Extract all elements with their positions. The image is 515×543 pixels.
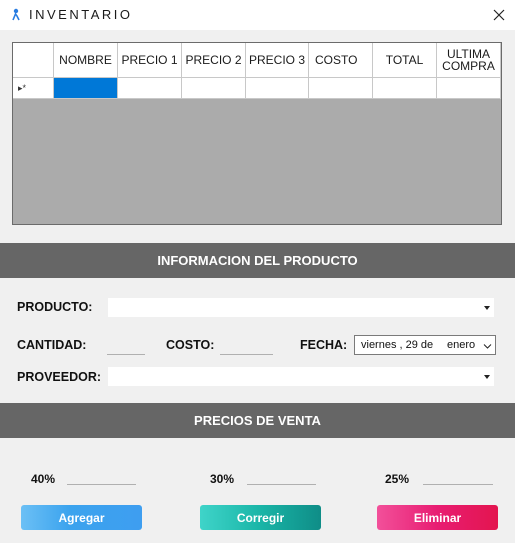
app-icon xyxy=(11,8,21,21)
cell-precio-3[interactable] xyxy=(246,78,309,99)
producto-combobox[interactable] xyxy=(107,297,495,318)
close-icon[interactable] xyxy=(486,3,512,27)
price-40-label: 40% xyxy=(31,472,56,486)
chevron-down-icon[interactable] xyxy=(483,341,492,349)
column-header-precio-2[interactable]: PRECIO 2 xyxy=(182,43,246,78)
column-header-nombre[interactable]: NOMBRE xyxy=(54,43,118,78)
agregar-button[interactable]: Agregar xyxy=(21,505,142,530)
costo-underline xyxy=(220,354,273,355)
price-25-input[interactable] xyxy=(423,467,493,485)
column-header-costo[interactable]: COSTO xyxy=(309,43,373,78)
price-40-underline xyxy=(67,484,136,485)
table-row[interactable]: ▸* xyxy=(13,78,501,99)
cantidad-underline xyxy=(107,354,145,355)
column-header-precio-3[interactable]: PRECIO 3 xyxy=(246,43,309,78)
cell-ultima-compra[interactable] xyxy=(437,78,501,99)
price-25-underline xyxy=(423,484,493,485)
cell-precio-2[interactable] xyxy=(182,78,246,99)
price-40-input[interactable] xyxy=(67,467,136,485)
costo-input[interactable] xyxy=(220,336,273,354)
window-title: INVENTARIO xyxy=(29,7,133,22)
proveedor-combobox[interactable] xyxy=(107,366,495,387)
cantidad-label: CANTIDAD: xyxy=(17,338,87,352)
cell-total[interactable] xyxy=(373,78,437,99)
cantidad-input[interactable] xyxy=(107,336,145,354)
fecha-day-text: viernes , 29 de xyxy=(361,339,434,351)
row-header-corner xyxy=(13,43,54,78)
title-bar: INVENTARIO xyxy=(0,0,515,30)
eliminar-button[interactable]: Eliminar xyxy=(377,505,498,530)
price-30-underline xyxy=(247,484,316,485)
column-header-total[interactable]: TOTAL xyxy=(373,43,437,78)
proveedor-label: PROVEEDOR: xyxy=(17,370,102,384)
fecha-month-text: enero xyxy=(447,339,476,351)
cell-costo[interactable] xyxy=(309,78,373,99)
price-25-label: 25% xyxy=(385,472,410,486)
fecha-date-picker[interactable]: viernes , 29 de enero xyxy=(354,335,496,355)
price-30-input[interactable] xyxy=(247,467,316,485)
cell-precio-1[interactable] xyxy=(118,78,182,99)
producto-label: PRODUCTO: xyxy=(17,300,93,314)
grid-header: NOMBRE PRECIO 1 PRECIO 2 PRECIO 3 COSTO … xyxy=(13,43,501,78)
chevron-down-icon[interactable] xyxy=(484,375,490,379)
column-header-ultima-compra[interactable]: ULTIMA COMPRA xyxy=(437,43,501,78)
corregir-button[interactable]: Corregir xyxy=(200,505,321,530)
price-30-label: 30% xyxy=(210,472,235,486)
fecha-label: FECHA: xyxy=(300,338,348,352)
inventory-grid[interactable]: NOMBRE PRECIO 1 PRECIO 2 PRECIO 3 COSTO … xyxy=(12,42,502,225)
column-header-precio-1[interactable]: PRECIO 1 xyxy=(118,43,182,78)
cell-nombre[interactable] xyxy=(54,78,118,99)
new-row-indicator[interactable]: ▸* xyxy=(13,78,54,99)
product-info-header: INFORMACION DEL PRODUCTO xyxy=(0,243,515,278)
sale-prices-header: PRECIOS DE VENTA xyxy=(0,403,515,438)
costo-label: COSTO: xyxy=(166,338,215,352)
chevron-down-icon[interactable] xyxy=(484,306,490,310)
